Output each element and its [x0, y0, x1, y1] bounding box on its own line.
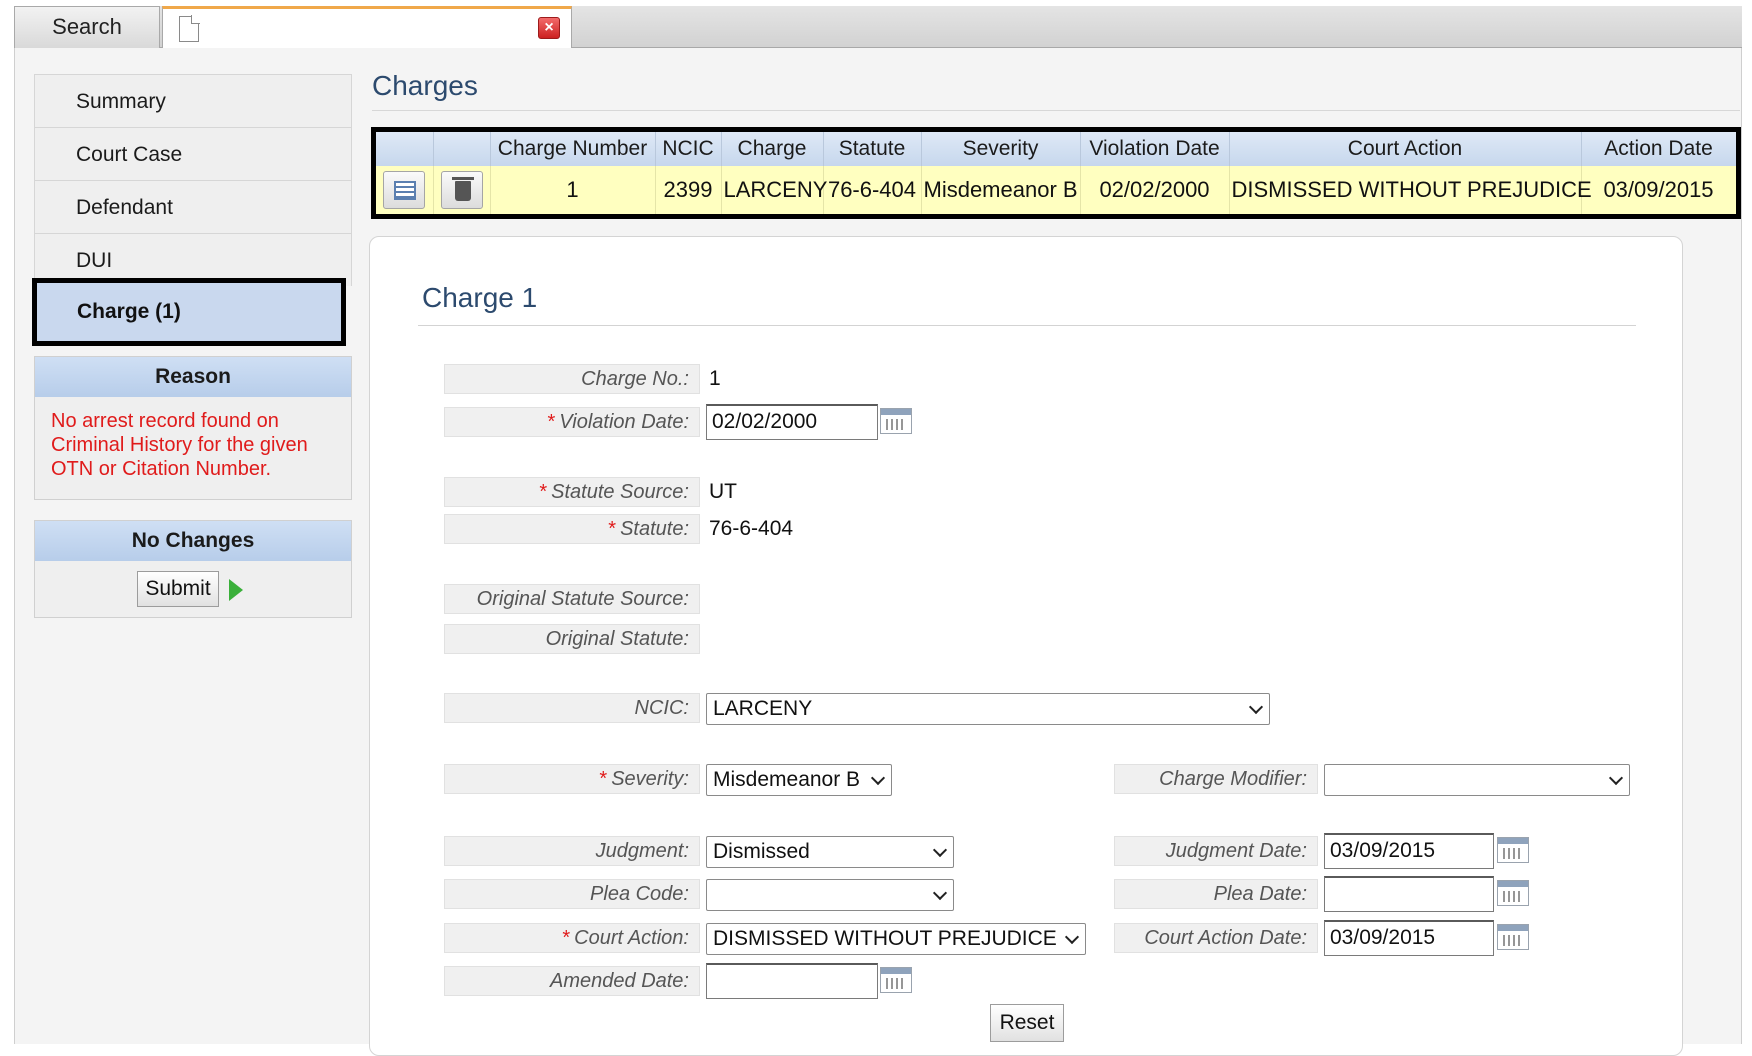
- judgment-label: Judgment:: [444, 836, 700, 866]
- violation-date-input[interactable]: 02/02/2000: [706, 404, 878, 440]
- reason-panel: Reason No arrest record found on Crimina…: [34, 356, 352, 500]
- required-mark: *: [599, 768, 608, 790]
- changes-title: No Changes: [35, 521, 351, 561]
- cell-violation-date: 02/02/2000: [1080, 166, 1230, 214]
- statute-label: * Statute:: [444, 514, 700, 544]
- tab-document[interactable]: ×: [162, 6, 572, 49]
- charges-title: Charges: [372, 70, 478, 101]
- judgment-select[interactable]: Dismissed: [706, 836, 954, 868]
- statute-value: 76-6-404: [709, 517, 794, 540]
- statute-source-value: UT: [709, 480, 737, 503]
- charge-no-value: 1: [709, 367, 721, 390]
- column-header-statute[interactable]: Statute: [823, 132, 922, 166]
- nav-item-summary[interactable]: Summary: [34, 74, 352, 127]
- column-header: [433, 132, 491, 166]
- calendar-icon[interactable]: [1497, 924, 1529, 950]
- cell-court-action: DISMISSED WITHOUT PREJUDICE: [1229, 166, 1592, 214]
- cell-statute: 76-6-404: [823, 166, 922, 214]
- severity-label: * Severity:: [444, 764, 700, 794]
- play-icon[interactable]: [229, 579, 243, 601]
- delete-cell: [433, 166, 491, 214]
- column-header-severity[interactable]: Severity: [921, 132, 1081, 166]
- cell-action-date: 03/09/2015: [1581, 166, 1736, 214]
- column-header-court-action[interactable]: Court Action: [1229, 132, 1582, 166]
- document-icon: [179, 15, 200, 42]
- cell-charge: LARCENY: [721, 166, 827, 214]
- chevron-down-icon: [932, 842, 948, 858]
- original-statute-label: Original Statute:: [444, 624, 700, 654]
- violation-date-label: * Violation Date:: [444, 407, 700, 437]
- plea-date-input[interactable]: [1324, 876, 1494, 912]
- delete-button[interactable]: [440, 171, 483, 209]
- column-header-action-date[interactable]: Action Date: [1581, 132, 1736, 166]
- changes-panel: No Changes Submit: [34, 520, 352, 618]
- cell-ncic: 2399: [655, 166, 722, 214]
- chevron-down-icon: [1064, 929, 1080, 945]
- nav-item-charge[interactable]: Charge (1): [32, 278, 346, 346]
- tab-bar: Search ×: [14, 6, 1742, 49]
- chevron-down-icon: [932, 885, 948, 901]
- required-mark: *: [547, 411, 556, 433]
- reason-text: No arrest record found on Criminal Histo…: [51, 410, 308, 480]
- tab-search[interactable]: Search: [14, 6, 160, 48]
- calendar-icon[interactable]: [880, 967, 912, 993]
- required-mark: *: [539, 481, 548, 503]
- column-header-ncic[interactable]: NCIC: [655, 132, 722, 166]
- edit-cell: [376, 166, 434, 214]
- nav-item-defendant[interactable]: Defendant: [34, 180, 352, 233]
- column-header-charge[interactable]: Charge: [721, 132, 824, 166]
- plea-date-label: Plea Date:: [1114, 879, 1318, 909]
- table-row[interactable]: 1 2399 LARCENY 76-6-404 Misdemeanor B 02…: [376, 166, 1736, 214]
- column-header: [376, 132, 434, 166]
- charges-table: Charge Number NCIC Charge Statute Severi…: [371, 127, 1741, 219]
- amended-date-input[interactable]: [706, 963, 878, 999]
- court-action-label: * Court Action:: [444, 923, 700, 953]
- chevron-down-icon: [1608, 770, 1624, 786]
- charge-modifier-label: Charge Modifier:: [1114, 764, 1318, 794]
- divider: [418, 325, 1636, 326]
- court-action-select[interactable]: DISMISSED WITHOUT PREJUDICE: [706, 923, 1086, 955]
- reason-title: Reason: [35, 357, 351, 397]
- reset-button[interactable]: Reset: [990, 1004, 1064, 1042]
- judgment-date-label: Judgment Date:: [1114, 836, 1318, 866]
- statute-source-label: * Statute Source:: [444, 477, 700, 507]
- left-nav: Summary Court Case Defendant DUI: [34, 74, 352, 286]
- edit-button[interactable]: [383, 171, 426, 209]
- required-mark: *: [562, 927, 571, 949]
- plea-code-label: Plea Code:: [444, 879, 700, 909]
- calendar-icon[interactable]: [880, 408, 912, 434]
- chevron-down-icon: [870, 770, 886, 786]
- calendar-icon[interactable]: [1497, 880, 1529, 906]
- required-mark: *: [608, 518, 617, 540]
- court-action-date-label: Court Action Date:: [1114, 923, 1318, 953]
- list-icon: [394, 181, 417, 200]
- ncic-label: NCIC:: [444, 693, 700, 723]
- table-header-row: Charge Number NCIC Charge Statute Severi…: [376, 132, 1736, 166]
- trash-icon: [451, 177, 474, 201]
- calendar-icon[interactable]: [1497, 837, 1529, 863]
- original-statute-source-label: Original Statute Source:: [444, 584, 700, 614]
- column-header-charge-number[interactable]: Charge Number: [490, 132, 656, 166]
- submit-button[interactable]: Submit: [137, 571, 219, 607]
- judgment-date-input[interactable]: 03/09/2015: [1324, 833, 1494, 869]
- amended-date-label: Amended Date:: [444, 966, 700, 996]
- cell-severity: Misdemeanor B: [921, 166, 1081, 214]
- ncic-select[interactable]: LARCENY: [706, 693, 1270, 725]
- court-action-date-input[interactable]: 03/09/2015: [1324, 920, 1494, 956]
- divider: [372, 110, 1740, 111]
- charge-no-label: Charge No.:: [444, 364, 700, 394]
- severity-select[interactable]: Misdemeanor B: [706, 764, 892, 796]
- charge-modifier-select[interactable]: [1324, 764, 1630, 796]
- charge-form-title: Charge 1: [422, 282, 538, 313]
- cell-charge-number: 1: [490, 166, 656, 214]
- chevron-down-icon: [1248, 699, 1264, 715]
- nav-item-court-case[interactable]: Court Case: [34, 127, 352, 180]
- column-header-violation-date[interactable]: Violation Date: [1080, 132, 1230, 166]
- close-icon[interactable]: ×: [538, 17, 560, 39]
- plea-code-select[interactable]: [706, 879, 954, 911]
